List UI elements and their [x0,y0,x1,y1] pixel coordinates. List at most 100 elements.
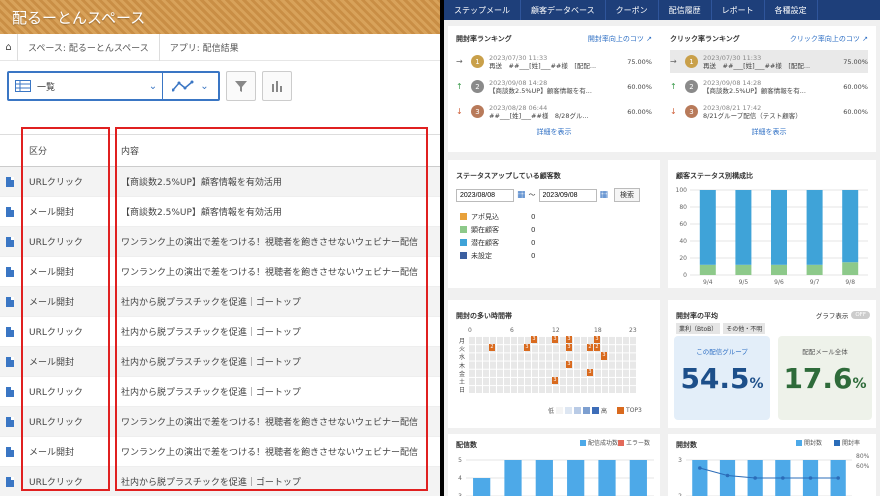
table-row[interactable]: URLクリック 社内から脱プラスチックを促進｜ゴートップ [0,317,440,347]
list-view-icon [9,73,37,99]
breadcrumb-space[interactable]: スペース: 配るーとんスペース [18,33,160,61]
cell-kubun: URLクリック [29,238,83,248]
y-tick-label: 0 [683,272,687,279]
ranking-subject: 【商談数2.5%UP】顧客情報を有... [703,86,806,95]
table-row[interactable]: メール開封 【商談数2.5%UP】顧客情報を有効活用 [0,197,440,227]
chevron-down-icon: ⌄ [148,80,158,92]
status-trend-card: 顧客ステータス別構成比 100 80 60 40 20 0 9/4 9/5 9/6 9/7 9/8 [668,160,876,288]
record-detail-link[interactable] [0,377,20,406]
nav-item[interactable]: 顧客データベース [521,0,606,20]
table-row[interactable]: メール開封 社内から脱プラスチックを促進｜ゴートップ [0,287,440,317]
table-row[interactable]: URLクリック 【商談数2.5%UP】顧客情報を有効活用 [0,167,440,197]
legend-label: 開封数 [804,439,822,447]
click-tip-link[interactable]: クリック率向上のコツ ↗ [790,34,868,44]
legend-scale-swatch [556,407,564,414]
legend-swatch [618,440,624,446]
nav-item[interactable]: クーポン [606,0,659,20]
record-detail-link[interactable] [0,317,20,346]
record-table: 区分 内容 URLクリック 【商談数2.5%UP】顧客情報を有効活用 メール開封 【商… [0,134,440,496]
ranking-row[interactable]: → 1 2023/07/30 11:33 再送 ##___[姓]___##様 [配配.… [670,50,868,73]
nav-item[interactable]: 配信履歴 [659,0,712,20]
record-detail-link[interactable] [0,167,20,196]
heatmap-grid: 0 6 12 18 23 月火水木金土日 3 3 3 3 3 3 2 2 2 3 3 3 3 低高 TOP3 [448,300,660,428]
x-tick-label: 9/5 [739,279,749,286]
nav-item[interactable]: 各種設定 [765,0,818,20]
record-detail-link[interactable] [0,437,20,466]
record-detail-link[interactable] [0,287,20,316]
kintone-panel: 配るーとんスペース ⌂ スペース: 配るーとんスペース アプリ: 配信結果 一覧… [0,0,440,496]
record-detail-link[interactable] [0,197,20,226]
status-bar-segment [771,264,787,275]
cell-naiyo: ワンランク上の演出で差をつける！視聴者を飽きさせないウェビナー配信 [121,418,419,428]
bar [567,460,585,496]
rate-point [698,466,702,470]
ranking-row[interactable]: → 1 2023/07/30 11:33 再送 ##___[姓]___##様 [配配.… [456,50,652,73]
graph-select[interactable]: ⌄ [162,73,218,99]
status-label: 潜在顧客 [471,238,499,247]
table-row[interactable]: URLクリック ワンランク上の演出で差をつける！視聴者を飽きさせないウェビナー配信 [0,407,440,437]
calendar-icon[interactable]: ▦ [517,190,526,200]
table-row[interactable]: URLクリック 社内から脱プラスチックを促進｜ゴートップ [0,467,440,496]
heatmap-cell: 3 [601,352,607,360]
status-bar-segment [735,190,752,265]
ranking-row[interactable]: ↑ 2 2023/09/08 14:28 【商談数2.5%UP】顧客情報を有... 60… [670,75,868,98]
table-row[interactable]: メール開封 社内から脱プラスチックを促進｜ゴートップ [0,347,440,377]
document-icon [6,416,14,427]
document-icon [6,296,14,307]
column-header-naiyo[interactable]: 内容 [111,135,440,166]
filter-button[interactable] [226,71,256,101]
status-legend-row: 潜在顧客 0 [460,236,560,249]
percent-unit: % [852,376,867,392]
toggle-switch[interactable]: OFF [851,311,870,319]
record-detail-link[interactable] [0,467,20,496]
view-select[interactable]: 一覧 ⌄ ⌄ [7,71,220,101]
table-row[interactable]: メール開封 ワンランク上の演出で差をつける！視聴者を飽きさせないウェビナー配信 [0,437,440,467]
space-title: 配るーとんスペース [12,9,146,27]
table-row[interactable]: メール開封 ワンランク上の演出で差をつける！視聴者を飽きさせないウェビナー配信 [0,257,440,287]
date-from-input[interactable] [456,188,514,202]
rank-badge: 1 [471,55,484,68]
record-detail-link[interactable] [0,347,20,376]
cell-kubun: URLクリック [29,478,83,488]
nav-item[interactable]: ステップメール [444,0,521,20]
trend-arrow-icon: ↓ [670,107,677,116]
document-icon [6,326,14,337]
record-detail-link[interactable] [0,227,20,256]
ranking-row[interactable]: ↑ 2 2023/09/08 14:28 【商談数2.5%UP】顧客情報を有... 60… [456,75,652,98]
column-header-kubun[interactable]: 区分 [20,135,111,166]
home-icon[interactable]: ⌂ [0,33,18,61]
calendar-icon[interactable]: ▦ [600,190,609,200]
this-group-label: この配信グループ [696,348,748,356]
search-button[interactable]: 検索 [614,188,641,202]
cell-kubun: URLクリック [29,388,83,398]
graph-button[interactable] [262,71,292,101]
ranking-row[interactable]: ↓ 3 2023/08/28 06:44 ##___[姓]___##様 8/28グル.… [456,100,652,123]
open-ranking-title: 開封率ランキング [456,35,512,43]
document-icon [6,386,14,397]
record-detail-link[interactable] [0,257,20,286]
y-tick-label: 40 [679,238,687,245]
ranking-row[interactable]: ↓ 3 2023/08/21 17:42 8/21グループ配信（テスト顧客） 60.00… [670,100,868,123]
table-row[interactable]: URLクリック 社内から脱プラスチックを促進｜ゴートップ [0,377,440,407]
document-icon [6,266,14,277]
record-detail-link[interactable] [0,407,20,436]
industry-other-tag: その他・不明 [723,323,766,334]
document-icon [6,446,14,457]
table-row[interactable]: URLクリック ワンランク上の演出で差をつける！視聴者を飽きさせないウェビナー配信 [0,227,440,257]
open-detail-link[interactable]: 詳細を表示 [456,127,652,137]
heatmap-cell: 3 [524,344,530,352]
open-tip-link[interactable]: 開封率向上のコツ ↗ [588,34,652,44]
date-to-input[interactable] [538,188,597,202]
breadcrumb-app[interactable]: アプリ: 配信結果 [160,34,249,61]
ranking-date: 2023/08/21 17:42 [703,103,762,112]
ranking-percent: 60.00% [627,107,652,116]
cell-kubun: メール開封 [29,268,75,278]
graph-toggle[interactable]: グラフ表示 OFF [816,310,870,320]
x-tick-label: 9/6 [774,279,784,286]
click-detail-link[interactable]: 詳細を表示 [670,127,868,137]
nav-item[interactable]: レポート [712,0,765,20]
ranking-subject: 8/21グループ配信（テスト顧客） [703,111,802,120]
ranking-date: 2023/09/08 14:28 [703,78,762,87]
graph-chevron-down-icon: ⌄ [200,80,209,92]
legend-swatch [460,239,467,246]
